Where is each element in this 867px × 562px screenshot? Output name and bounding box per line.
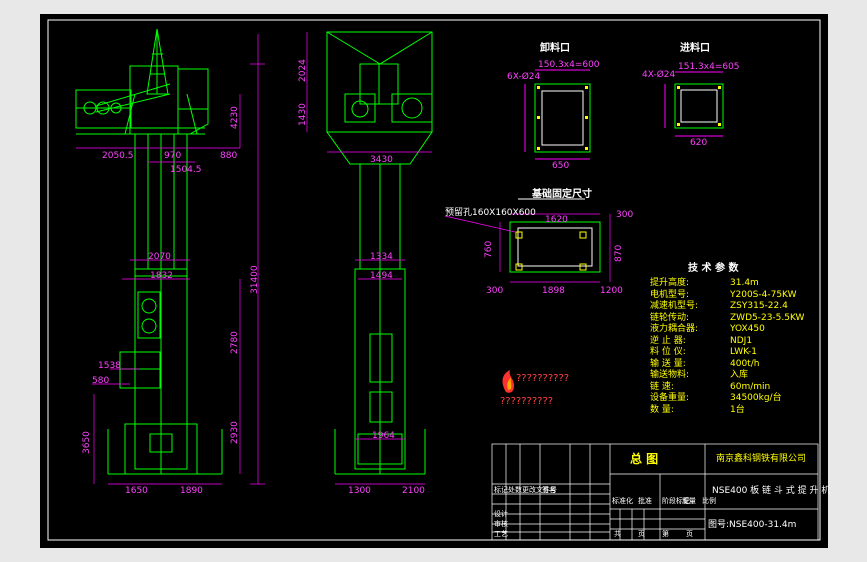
found-dim-1: 300 (616, 210, 634, 220)
dim-front-14: 2930 (230, 421, 240, 444)
dim-front-11: 4230 (230, 106, 240, 129)
dim-side-4: 1494 (370, 271, 393, 281)
dim-front-6: 1538 (98, 361, 121, 371)
param-value: 入库 (730, 370, 749, 380)
param-key: 链 速: (650, 381, 674, 392)
drawing-name: 总 图 (630, 452, 659, 466)
feed-inlet-title: 卸料口 (540, 43, 570, 54)
discharge-view (664, 71, 724, 137)
watermark-logo-text: ?????????? (516, 373, 570, 384)
anchor-note: 预留孔160X160X600 (445, 208, 536, 218)
title-block-col-label: 标准化 (612, 497, 633, 505)
dim-side-1: 1430 (298, 103, 308, 126)
dim-side-6: 1300 (348, 486, 371, 496)
title-block-row-label: 标记 (494, 486, 508, 494)
params-title: 技 术 参 数 (688, 263, 739, 274)
feed-inlet-view (524, 69, 591, 160)
title-block-col-label: 重量 (682, 497, 696, 505)
company-name: 南京鑫科钢铁有限公司 (716, 454, 807, 464)
param-key: 逆 止 器: (650, 335, 686, 346)
param-key: 电机型号: (650, 289, 690, 300)
found-dim-5: 300 (486, 286, 504, 296)
param-key: 料 位 仪: (650, 347, 686, 357)
param-value: Y200S-4-75KW (730, 289, 797, 300)
param-key: 输 送 量: (650, 358, 686, 369)
watermark-caption: ?????????? (500, 396, 554, 407)
machine-name: NSE400 板 链 斗 式 提 升 机 (712, 486, 831, 496)
dim-side-3: 1334 (370, 252, 393, 262)
title-block-col-label: 比例 (702, 497, 716, 505)
param-value: 1台 (730, 404, 745, 415)
title-block-sheet-label: 页 (686, 530, 693, 538)
dim-front-10: 3650 (82, 431, 92, 454)
dim-front-7: 580 (92, 376, 110, 386)
param-value: 34500kg/台 (730, 393, 782, 403)
param-key: 设备重量: (650, 393, 690, 403)
found-dim-4: 1898 (542, 286, 565, 296)
param-key: 减速机型号: (650, 301, 699, 311)
param-value: 400t/h (730, 358, 760, 369)
param-value: YOX450 (730, 324, 765, 334)
param-key: 液力耦合器: (650, 324, 699, 334)
dim-front-3: 880 (220, 151, 238, 161)
param-value: NDJ1 (730, 335, 753, 346)
title-block-sheet-label: 共 (614, 530, 621, 538)
feed-dim-2: 650 (552, 161, 570, 171)
found-dim-6: 1200 (600, 286, 623, 296)
dim-front-2: 1504.5 (170, 165, 202, 175)
title-block-row-label: 工艺 (494, 530, 508, 538)
param-key: 链轮传动: (650, 312, 690, 323)
found-dim-2: 760 (484, 240, 494, 258)
param-key: 输送物料: (650, 370, 690, 380)
dim-side-2: 3430 (370, 155, 393, 165)
dim-front-5: 1832 (150, 271, 173, 281)
param-key: 提升高度: (650, 278, 690, 288)
logo-flame-icon (502, 370, 514, 393)
foundation-title: 基础固定尺寸 (532, 189, 592, 200)
drawing-number: 图号:NSE400-31.4m (708, 520, 797, 530)
cad-drawing (47, 19, 821, 541)
discharge-title: 进料口 (680, 43, 710, 54)
title-block-row-label: 审核 (494, 520, 508, 528)
drawing-sheet: 2050.5 970 1504.5 880 2070 1832 1538 580… (40, 14, 831, 548)
dim-side-7: 2100 (402, 486, 425, 496)
dim-front-9: 1890 (180, 486, 203, 496)
feed-dim-1: 6X-Ø24 (507, 72, 541, 82)
dim-side-5: 1964 (372, 431, 395, 441)
dim-front-13: 2780 (230, 331, 240, 354)
dim-front-12: 31400 (250, 265, 260, 294)
param-value: ZSY315-22.4 (730, 301, 788, 311)
title-block-sheet-label: 第 (662, 530, 669, 538)
title-block-row-label: 签名 (542, 486, 556, 494)
title-block-col-label: 批准 (638, 497, 652, 505)
param-value: 31.4m (730, 278, 759, 288)
title-block-row-label: 处数 (508, 486, 522, 494)
dim-front-1: 970 (164, 151, 182, 161)
feed-dim-0: 150.3x4=600 (538, 60, 600, 70)
discharge-dim-2: 620 (690, 138, 708, 148)
dim-front-4: 2070 (148, 252, 171, 262)
found-dim-0: 1620 (545, 215, 568, 225)
param-key: 数 量: (650, 404, 674, 415)
param-value: ZWD5-23-5.5KW (730, 312, 805, 323)
dim-front-0: 2050.5 (102, 151, 134, 161)
discharge-dim-0: 151.3x4=605 (678, 62, 740, 72)
title-block-sheet-label: 页 (638, 530, 645, 538)
dim-side-0: 2024 (298, 59, 308, 82)
dim-front-8: 1650 (125, 486, 148, 496)
found-dim-3: 870 (614, 244, 624, 262)
discharge-dim-1: 4X-Ø24 (642, 70, 676, 80)
param-value: LWK-1 (730, 347, 758, 357)
param-value: 60m/min (730, 381, 771, 392)
title-block-row-label: 设计 (494, 510, 508, 518)
